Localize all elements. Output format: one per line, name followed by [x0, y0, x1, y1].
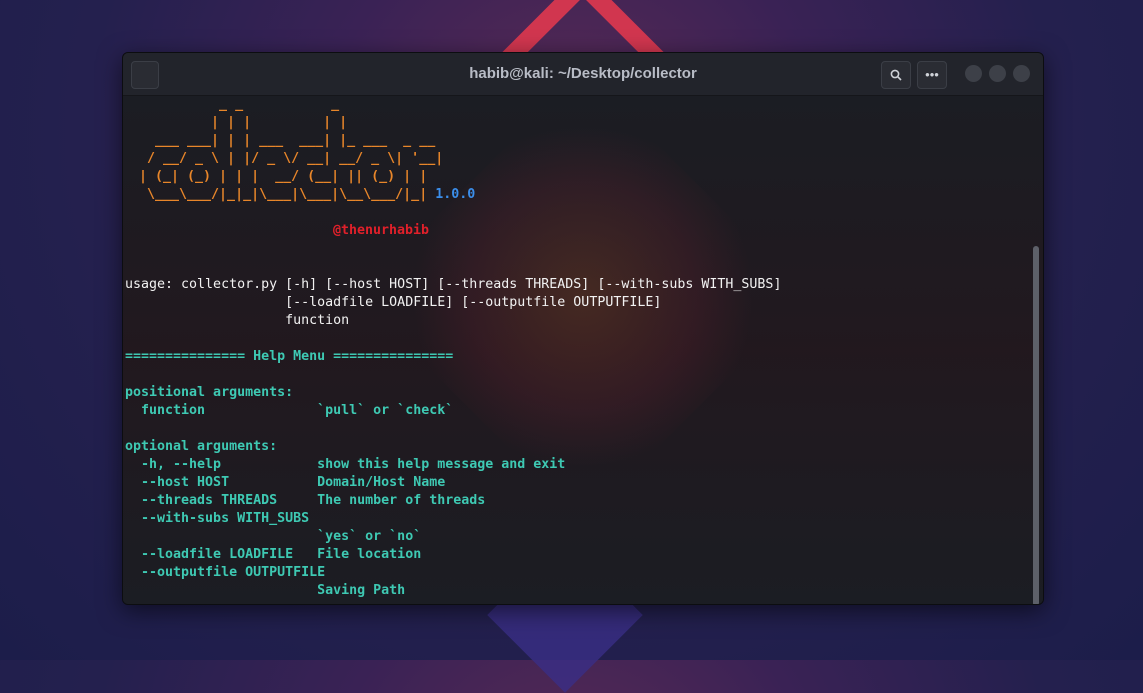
terminal-window: habib@kali: ~/Desktop/collector ••• _ _ …: [122, 52, 1044, 605]
author-label: @thenurhabib: [333, 223, 430, 238]
terminal-output[interactable]: _ _ _ | | | | | ___ ___| | | ___ ___| |_…: [123, 69, 1043, 604]
help-text: =============== Help Menu ==============…: [125, 349, 566, 598]
menu-button[interactable]: •••: [917, 61, 947, 89]
ascii-banner: _ _ _ | | | | | ___ ___| | | ___ ___| |_…: [139, 97, 444, 202]
minimize-button[interactable]: [965, 65, 982, 82]
version-label: 1.0.0: [435, 187, 476, 202]
scrollbar[interactable]: [1033, 246, 1039, 604]
search-button[interactable]: [881, 61, 911, 89]
search-icon: [890, 69, 902, 81]
more-icon: •••: [925, 67, 939, 82]
close-button[interactable]: [1013, 65, 1030, 82]
banner-line: _ _ _ | | | | | ___ ___| | | ___ ___| |_…: [139, 96, 1043, 204]
usage-text: usage: collector.py [-h] [--host HOST] […: [125, 277, 782, 328]
maximize-button[interactable]: [989, 65, 1006, 82]
author-line: @thenurhabib: [125, 222, 1043, 240]
